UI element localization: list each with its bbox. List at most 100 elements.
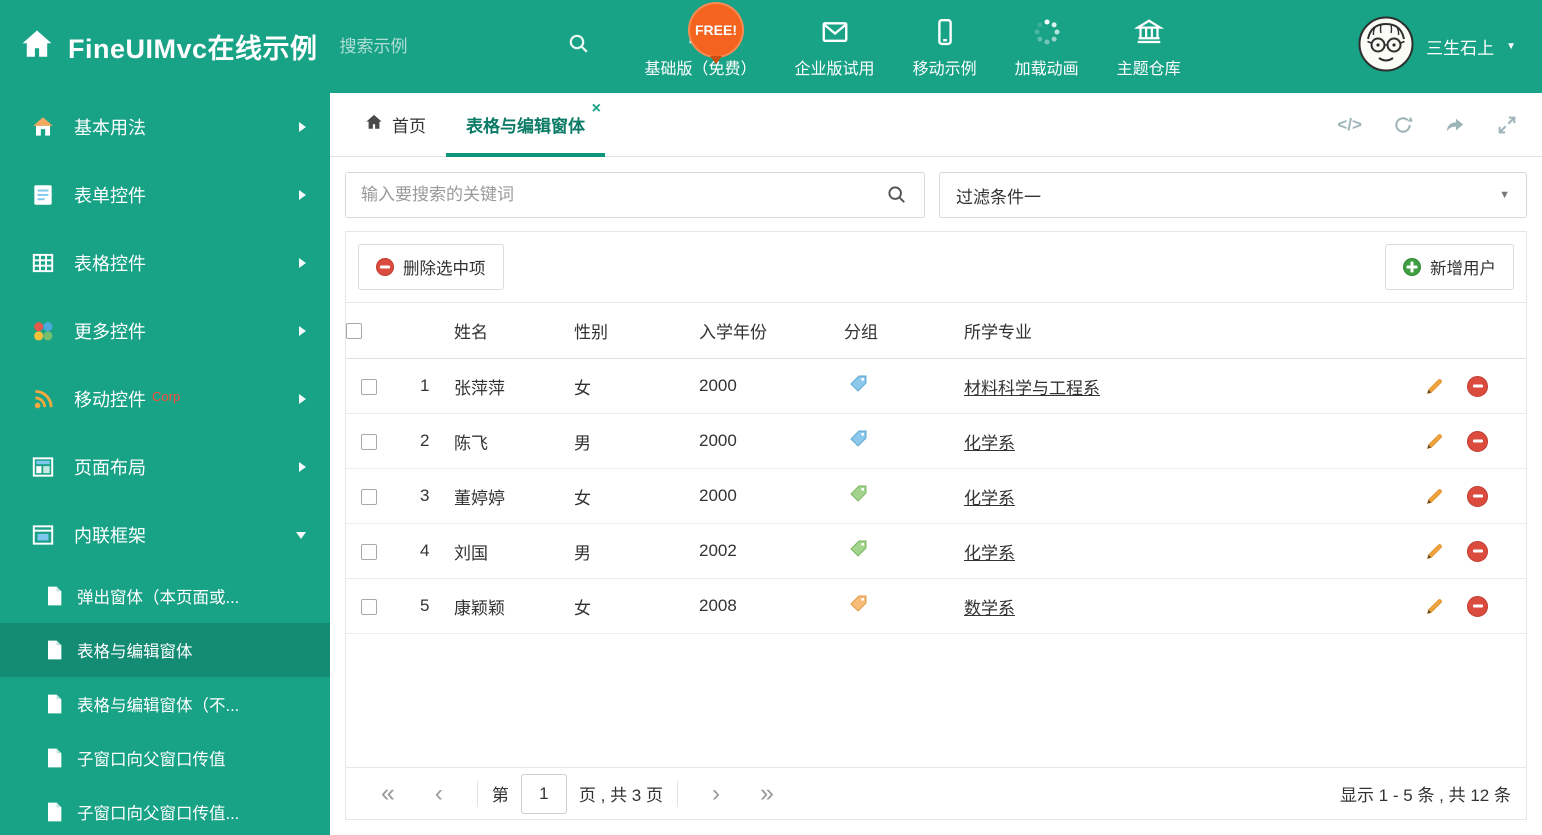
app-window: FineUIMvc在线示例 FREE! 基础版（免费） 企业版试用 [0, 0, 1542, 835]
cell-year: 2000 [699, 468, 844, 524]
major-link[interactable]: 化学系 [964, 544, 1015, 563]
delete-row-button[interactable] [1467, 375, 1488, 397]
row-checkbox[interactable] [361, 543, 377, 560]
keyword-search-input[interactable] [346, 173, 870, 217]
sidebar-subitem-grid-edit-window[interactable]: 表格与编辑窗体 [0, 623, 330, 677]
open-in-new-icon[interactable] [1444, 114, 1466, 136]
total-pages-text: 页 , 共 3 页 [578, 786, 663, 805]
major-link[interactable]: 数学系 [964, 599, 1015, 618]
tag-icon [848, 373, 869, 394]
table-row: 1 张萍萍 女 2000 材料科学与工程系 [346, 358, 1526, 414]
sidebar-item-mobile-controls[interactable]: 移动控件 Corp [0, 365, 330, 433]
top-header: FineUIMvc在线示例 FREE! 基础版（免费） 企业版试用 [0, 0, 1542, 93]
tab-tools: </> [1337, 93, 1542, 156]
search-icon[interactable] [870, 173, 924, 217]
app-title: FineUIMvc在线示例 [68, 34, 318, 64]
pager-divider [676, 780, 678, 807]
nav-item-theme-repo[interactable]: 主题仓库 [1117, 15, 1181, 79]
major-link[interactable]: 材料科学与工程系 [964, 379, 1100, 398]
last-page-icon[interactable]: » [760, 781, 774, 806]
sidebar-item-page-layout[interactable]: 页面布局 [0, 433, 330, 501]
nav-item-enterprise-trial[interactable]: 企业版试用 [795, 15, 875, 79]
cell-name: 董婷婷 [454, 468, 574, 524]
edit-row-button[interactable] [1424, 376, 1445, 397]
file-icon [44, 801, 63, 823]
row-number: 2 [392, 413, 454, 469]
cell-year: 2000 [699, 358, 844, 414]
header-search-input[interactable] [339, 36, 561, 57]
row-number: 4 [392, 523, 454, 579]
tag-icon [848, 483, 869, 504]
grid-empty-space [346, 634, 1526, 767]
delete-row-button[interactable] [1467, 595, 1488, 617]
source-code-icon[interactable]: </> [1337, 115, 1362, 135]
row-checkbox[interactable] [361, 598, 377, 615]
sidebar-item-grid-controls[interactable]: 表格控件 [0, 229, 330, 297]
chevron-right-icon [299, 122, 306, 132]
sidebar-item-basic-usage[interactable]: 基本用法 [0, 93, 330, 161]
delete-row-button[interactable] [1467, 485, 1488, 507]
file-icon [44, 693, 63, 715]
prev-page-icon[interactable]: ‹ [435, 781, 443, 806]
user-name: 三生石上 [1426, 39, 1495, 58]
major-link[interactable]: 化学系 [964, 434, 1015, 453]
pagination-bar: « ‹ 第 页 , 共 3 页 › » 显示 1 - 5 条 , 共 12 条 [346, 767, 1526, 819]
row-number: 1 [392, 358, 454, 414]
row-checkbox[interactable] [361, 433, 377, 450]
select-all-checkbox[interactable] [346, 323, 362, 340]
col-header-gender: 性别 [574, 302, 699, 359]
caret-down-icon: ▼ [1499, 189, 1510, 201]
avatar [1358, 16, 1414, 77]
sidebar-subitem-grid-edit-window-2[interactable]: 表格与编辑窗体（不... [0, 677, 330, 731]
cell-name: 陈飞 [454, 413, 574, 469]
chevron-right-icon [299, 326, 306, 336]
major-link[interactable]: 化学系 [964, 489, 1015, 508]
tab-home[interactable]: 首页 [345, 93, 446, 156]
sidebar-item-more-controls[interactable]: 更多控件 [0, 297, 330, 365]
col-header-year: 入学年份 [699, 302, 844, 359]
edit-row-button[interactable] [1424, 486, 1445, 507]
edit-row-button[interactable] [1424, 596, 1445, 617]
brand[interactable]: FineUIMvc在线示例 [0, 27, 318, 66]
search-icon[interactable] [567, 32, 591, 61]
caret-down-icon: ▼ [1506, 41, 1516, 52]
row-checkbox[interactable] [361, 488, 377, 505]
first-page-icon[interactable]: « [381, 781, 395, 806]
cell-year: 2000 [699, 413, 844, 469]
sidebar-subitem-popup-window[interactable]: 弹出窗体（本页面或... [0, 569, 330, 623]
tag-icon [848, 428, 869, 449]
close-icon[interactable]: × [592, 100, 601, 118]
chevron-right-icon [299, 190, 306, 200]
record-summary: 显示 1 - 5 条 , 共 12 条 [1340, 786, 1511, 805]
user-menu[interactable]: 三生石上 ▼ [1358, 16, 1542, 77]
home-icon [30, 114, 56, 140]
tag-icon [848, 538, 869, 559]
refresh-icon[interactable] [1392, 114, 1414, 136]
edit-row-button[interactable] [1424, 431, 1445, 452]
chevron-down-icon [296, 531, 306, 539]
filter-dropdown[interactable]: 过滤条件一 ▼ [939, 172, 1527, 218]
nav-item-mobile-demo[interactable]: 移动示例 [913, 15, 977, 79]
sidebar-item-form-controls[interactable]: 表单控件 [0, 161, 330, 229]
sidebar-subitem-child-to-parent-2[interactable]: 子窗口向父窗口传值... [0, 785, 330, 835]
main-area: 首页 表格与编辑窗体 × </> 输入要搜索的关键词 过滤条件一 ▼ 删除选中项… [330, 93, 1542, 835]
delete-row-button[interactable] [1467, 540, 1488, 562]
nav-item-loading-animation[interactable]: 加载动画 [1015, 15, 1079, 79]
row-checkbox[interactable] [361, 378, 377, 395]
iframe-icon [30, 522, 56, 548]
corp-badge: Corp [152, 388, 181, 404]
add-user-button[interactable]: 新增用户 [1385, 244, 1514, 290]
delete-selected-button[interactable]: 删除选中项 [358, 244, 504, 290]
tab-grid-edit-window[interactable]: 表格与编辑窗体 × [446, 93, 605, 157]
page-number-input[interactable] [520, 773, 567, 814]
sidebar-subitem-child-to-parent[interactable]: 子窗口向父窗口传值 [0, 731, 330, 785]
table-row: 3 董婷婷 女 2000 化学系 [346, 468, 1526, 524]
delete-row-button[interactable] [1467, 430, 1488, 452]
next-page-icon[interactable]: › [712, 781, 720, 806]
edit-row-button[interactable] [1424, 541, 1445, 562]
expand-icon[interactable] [1496, 114, 1518, 136]
plus-circle-icon [1403, 258, 1421, 276]
cell-name: 康颖颖 [454, 578, 574, 634]
sidebar-item-iframe[interactable]: 内联框架 [0, 501, 330, 569]
pager-divider [476, 780, 478, 807]
